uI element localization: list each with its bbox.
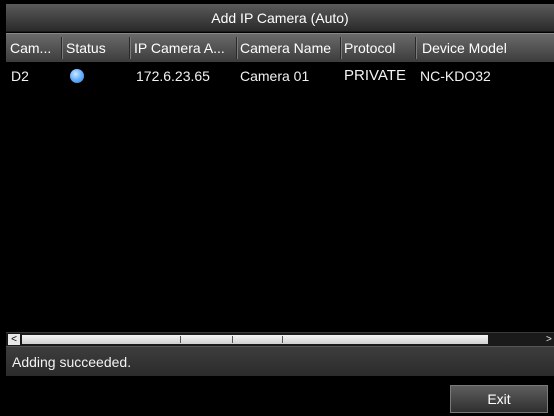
- status-message: Adding succeeded.: [6, 346, 554, 376]
- column-marker: [282, 336, 283, 343]
- column-marker: [232, 336, 233, 343]
- column-header-status[interactable]: Status: [66, 34, 128, 62]
- column-header-protocol[interactable]: Protocol: [344, 34, 414, 62]
- dialog-footer: Exit: [6, 377, 554, 416]
- column-divider[interactable]: [61, 37, 62, 59]
- column-divider[interactable]: [415, 37, 416, 59]
- device-model-cell: NC-KDO32: [420, 68, 491, 84]
- ip-address-cell: 172.6.23.65: [136, 68, 210, 84]
- column-divider[interactable]: [340, 37, 341, 59]
- status-online-icon: [70, 69, 84, 83]
- scroll-right-icon[interactable]: >: [546, 334, 554, 345]
- column-header-camera[interactable]: Cam...: [10, 34, 60, 62]
- column-divider[interactable]: [129, 37, 130, 59]
- scrollbar-thumb[interactable]: [22, 335, 488, 344]
- column-header-camera-name[interactable]: Camera Name: [240, 34, 340, 62]
- exit-button[interactable]: Exit: [450, 385, 548, 413]
- column-header-device-model[interactable]: Device Model: [422, 34, 552, 62]
- column-header-ip-address[interactable]: IP Camera A...: [134, 34, 234, 62]
- column-divider[interactable]: [236, 37, 237, 59]
- table-header: Cam... Status IP Camera A... Camera Name…: [6, 33, 554, 63]
- horizontal-scrollbar[interactable]: < >: [6, 332, 554, 346]
- dialog-title: Add IP Camera (Auto): [6, 4, 554, 32]
- table-row[interactable]: D2 172.6.23.65 Camera 01 PRIVATE NC-KDO3…: [6, 65, 554, 87]
- column-marker: [180, 336, 181, 343]
- scroll-left-icon[interactable]: <: [8, 334, 20, 345]
- camera-name-cell: Camera 01: [240, 68, 310, 84]
- add-ip-camera-dialog: Add IP Camera (Auto) Cam... Status IP Ca…: [6, 4, 554, 416]
- camera-list: D2 172.6.23.65 Camera 01 PRIVATE NC-KDO3…: [6, 62, 554, 330]
- protocol-cell: PRIVATE: [344, 67, 406, 84]
- camera-id-cell: D2: [11, 68, 29, 84]
